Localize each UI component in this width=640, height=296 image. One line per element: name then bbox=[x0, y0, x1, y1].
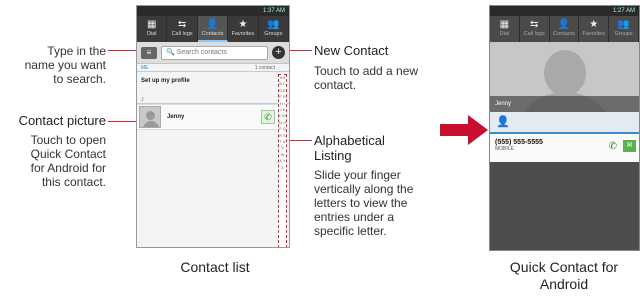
call-log-icon: ⇆ bbox=[177, 19, 187, 30]
tab-label: Favorites bbox=[582, 31, 606, 37]
contact-name: Jenny bbox=[167, 114, 185, 120]
tab-label: Groups bbox=[614, 31, 633, 37]
tab-dial[interactable]: ▦ Dial bbox=[490, 16, 520, 42]
setup-profile-item[interactable]: Set up my profile bbox=[137, 72, 289, 96]
star-icon: ★ bbox=[238, 19, 248, 30]
quick-contact-screen: 1:27 AM ▦ Dial ⇆ Call logs 👤 Contacts ★ Favo… bbox=[489, 5, 640, 251]
search-placeholder: Search contacts bbox=[176, 48, 227, 56]
tab-label: Contacts bbox=[201, 31, 224, 37]
alphabetical-index[interactable]: # A B C D E F G H I J K L M N O P Q R S … bbox=[278, 74, 287, 247]
silhouette-head bbox=[544, 50, 586, 96]
dialpad-icon: ▦ bbox=[146, 19, 157, 30]
groups-icon: 👥 bbox=[617, 19, 630, 30]
alpha-callout-desc: Slide your finger vertically along the l… bbox=[314, 168, 414, 238]
plus-icon: + bbox=[275, 46, 282, 58]
tab-groups[interactable]: 👥 Groups bbox=[259, 16, 289, 42]
message-icon[interactable]: ✉ bbox=[623, 140, 636, 152]
quick-contact-name: Jenny bbox=[490, 96, 639, 112]
tab-call-logs[interactable]: ⇆ Call logs bbox=[520, 16, 550, 42]
tab-contacts[interactable]: 👤 Contacts bbox=[550, 16, 580, 42]
star-icon: ★ bbox=[589, 19, 599, 30]
contact-picture[interactable] bbox=[139, 106, 161, 128]
dialpad-icon: ▦ bbox=[499, 19, 510, 30]
tab-label: Dial bbox=[499, 31, 510, 37]
contacts-icon: 👤 bbox=[206, 19, 219, 30]
new-contact-callout-desc: Touch to add a new contact. bbox=[314, 64, 419, 92]
search-row: ≡ 🔍 Search contacts + bbox=[137, 42, 289, 64]
empty-area bbox=[490, 162, 639, 250]
contact-picture-callout-title: Contact picture bbox=[18, 113, 106, 128]
call-button[interactable]: ✆ bbox=[261, 110, 275, 124]
filter-icon: ≡ bbox=[146, 47, 152, 57]
contact-list-caption: Contact list bbox=[180, 259, 250, 275]
phone-icon: ✆ bbox=[264, 112, 272, 122]
tab-bar: ▦ Dial ⇆ Call logs 👤 Contacts ★ Favorites 👥 G… bbox=[137, 16, 289, 42]
phone-icon[interactable]: ✆ bbox=[609, 141, 617, 152]
alpha-callout-line bbox=[288, 140, 312, 141]
new-contact-callout-title: New Contact bbox=[314, 43, 389, 58]
j-header: J bbox=[141, 97, 144, 103]
add-contact-button[interactable]: + bbox=[272, 46, 285, 59]
search-callout: Type in the name you want to search. bbox=[24, 44, 106, 86]
quick-contact-caption: Quick Contact for Android bbox=[509, 259, 619, 292]
contact-count: 1 contact bbox=[254, 65, 275, 71]
tab-bar: ▦ Dial ⇆ Call logs 👤 Contacts ★ Favorites 👥 G… bbox=[490, 16, 639, 42]
search-icon: 🔍 bbox=[166, 48, 175, 56]
tab-label: Groups bbox=[264, 31, 283, 37]
phone-number-row[interactable]: (555) 555-5555 MOBILE ✆ ✉ bbox=[490, 134, 639, 162]
status-time: 1:37 AM bbox=[262, 8, 285, 14]
status-bar: 1:37 AM bbox=[137, 6, 289, 16]
contact-info-tab[interactable]: 👤 bbox=[490, 112, 639, 134]
tab-label: Call logs bbox=[523, 31, 545, 37]
contact-picture-callout-desc: Touch to open Quick Contact for Android … bbox=[30, 133, 106, 189]
tab-label: Contacts bbox=[553, 31, 575, 37]
alpha-callout-title: Alphabetical Listing bbox=[314, 133, 385, 163]
call-log-icon: ⇆ bbox=[530, 19, 539, 30]
tab-label: Favorites bbox=[231, 31, 255, 37]
contact-row[interactable]: Jenny ✆ bbox=[137, 104, 289, 130]
search-input[interactable]: 🔍 Search contacts bbox=[161, 45, 268, 60]
tab-label: Call logs bbox=[171, 31, 193, 37]
section-header-me: ME 1 contact bbox=[137, 64, 289, 72]
contacts-icon: 👤 bbox=[557, 19, 571, 30]
me-header: ME bbox=[141, 65, 149, 71]
tab-contacts[interactable]: 👤 Contacts bbox=[197, 16, 229, 42]
tab-groups[interactable]: 👥 Groups bbox=[609, 16, 639, 42]
groups-icon: 👥 bbox=[267, 19, 280, 30]
arrow-right-icon bbox=[440, 115, 488, 145]
filter-button[interactable]: ≡ bbox=[141, 46, 157, 59]
tab-favorites[interactable]: ★ Favorites bbox=[579, 16, 610, 42]
tab-dial[interactable]: ▦ Dial bbox=[137, 16, 168, 42]
status-bar: 1:27 AM bbox=[490, 6, 639, 16]
tab-label: Dial bbox=[146, 31, 157, 37]
status-time: 1:27 AM bbox=[612, 8, 635, 14]
contact-list-screen: 1:37 AM ▦ Dial ⇆ Call logs 👤 Contacts ★ Favo… bbox=[136, 5, 290, 248]
section-header-j: J bbox=[137, 96, 289, 104]
tab-call-logs[interactable]: ⇆ Call logs bbox=[167, 16, 198, 42]
tab-favorites[interactable]: ★ Favorites bbox=[228, 16, 259, 42]
person-icon: 👤 bbox=[496, 116, 510, 128]
